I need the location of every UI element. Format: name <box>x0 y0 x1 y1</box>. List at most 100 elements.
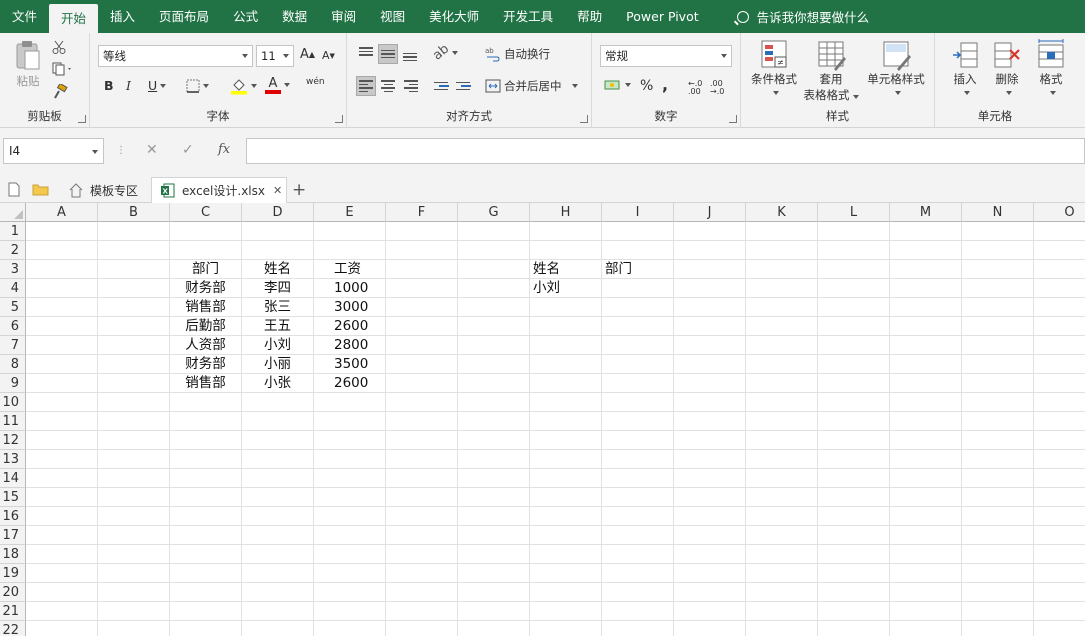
cell-D9[interactable]: 小张 <box>242 374 314 393</box>
cell-I21[interactable] <box>602 602 674 621</box>
cell-H20[interactable] <box>530 583 602 602</box>
cell-L7[interactable] <box>818 336 890 355</box>
row-header-13[interactable]: 13 <box>0 450 26 469</box>
cell-J9[interactable] <box>674 374 746 393</box>
grow-font-button[interactable]: A ▲ <box>300 47 315 62</box>
cell-G1[interactable] <box>458 222 530 241</box>
format-as-table-button[interactable]: 套用 表格格式 <box>803 39 859 103</box>
cell-I14[interactable] <box>602 469 674 488</box>
cell-C11[interactable] <box>170 412 242 431</box>
cell-F17[interactable] <box>386 526 458 545</box>
cell-M6[interactable] <box>890 317 962 336</box>
cell-J1[interactable] <box>674 222 746 241</box>
cell-G10[interactable] <box>458 393 530 412</box>
cell-M12[interactable] <box>890 431 962 450</box>
decrease-indent-button[interactable] <box>431 76 451 96</box>
cell-F4[interactable] <box>386 279 458 298</box>
phonetic-button[interactable]: wén <box>306 77 325 87</box>
cell-B14[interactable] <box>98 469 170 488</box>
cell-B19[interactable] <box>98 564 170 583</box>
cell-K21[interactable] <box>746 602 818 621</box>
close-tab-icon[interactable]: ✕ <box>273 184 282 197</box>
cell-I1[interactable] <box>602 222 674 241</box>
bottom-align-button[interactable] <box>400 44 420 64</box>
cell-G18[interactable] <box>458 545 530 564</box>
tab-insert[interactable]: 插入 <box>98 0 147 33</box>
tab-review[interactable]: 审阅 <box>319 0 368 33</box>
cell-J3[interactable] <box>674 260 746 279</box>
cell-D3[interactable]: 姓名 <box>242 260 314 279</box>
cell-O6[interactable] <box>1034 317 1085 336</box>
cell-B15[interactable] <box>98 488 170 507</box>
tab-formulas[interactable]: 公式 <box>221 0 270 33</box>
cell-L1[interactable] <box>818 222 890 241</box>
decrease-decimal-button[interactable]: .00 →.0 <box>710 80 728 96</box>
row-header-7[interactable]: 7 <box>0 336 26 355</box>
font-color-button[interactable]: A <box>265 77 290 94</box>
cell-E10[interactable] <box>314 393 386 412</box>
cell-K9[interactable] <box>746 374 818 393</box>
cell-N6[interactable] <box>962 317 1034 336</box>
orientation-button[interactable]: ab <box>430 42 459 63</box>
cell-N1[interactable] <box>962 222 1034 241</box>
cell-E13[interactable] <box>314 450 386 469</box>
row-header-9[interactable]: 9 <box>0 374 26 393</box>
formula-input[interactable] <box>246 138 1085 164</box>
cell-J22[interactable] <box>674 621 746 636</box>
cell-I8[interactable] <box>602 355 674 374</box>
cell-N17[interactable] <box>962 526 1034 545</box>
cell-N13[interactable] <box>962 450 1034 469</box>
cell-N19[interactable] <box>962 564 1034 583</box>
cell-I10[interactable] <box>602 393 674 412</box>
cell-E8[interactable]: 3500 <box>314 355 386 374</box>
cell-C16[interactable] <box>170 507 242 526</box>
cell-N20[interactable] <box>962 583 1034 602</box>
cell-H14[interactable] <box>530 469 602 488</box>
cell-I2[interactable] <box>602 241 674 260</box>
cell-B10[interactable] <box>98 393 170 412</box>
number-launcher[interactable] <box>729 115 737 123</box>
cell-G13[interactable] <box>458 450 530 469</box>
cell-B6[interactable] <box>98 317 170 336</box>
cell-J17[interactable] <box>674 526 746 545</box>
cell-I18[interactable] <box>602 545 674 564</box>
cell-H11[interactable] <box>530 412 602 431</box>
tab-home[interactable]: 开始 <box>49 4 99 33</box>
row-header-15[interactable]: 15 <box>0 488 26 507</box>
cell-C2[interactable] <box>170 241 242 260</box>
cell-C4[interactable]: 财务部 <box>170 279 242 298</box>
column-header-N[interactable]: N <box>962 203 1034 222</box>
cell-C9[interactable]: 销售部 <box>170 374 242 393</box>
cell-C12[interactable] <box>170 431 242 450</box>
cell-E22[interactable] <box>314 621 386 636</box>
row-header-2[interactable]: 2 <box>0 241 26 260</box>
cell-M18[interactable] <box>890 545 962 564</box>
cell-J20[interactable] <box>674 583 746 602</box>
cell-A9[interactable] <box>26 374 98 393</box>
cell-O1[interactable] <box>1034 222 1085 241</box>
row-header-10[interactable]: 10 <box>0 393 26 412</box>
cell-D8[interactable]: 小丽 <box>242 355 314 374</box>
cell-G4[interactable] <box>458 279 530 298</box>
cell-J15[interactable] <box>674 488 746 507</box>
column-header-M[interactable]: M <box>890 203 962 222</box>
cell-A7[interactable] <box>26 336 98 355</box>
cell-M3[interactable] <box>890 260 962 279</box>
cell-M9[interactable] <box>890 374 962 393</box>
cell-L3[interactable] <box>818 260 890 279</box>
cell-G6[interactable] <box>458 317 530 336</box>
middle-align-button[interactable] <box>378 44 398 64</box>
cell-M11[interactable] <box>890 412 962 431</box>
cell-K16[interactable] <box>746 507 818 526</box>
cell-L2[interactable] <box>818 241 890 260</box>
cell-K20[interactable] <box>746 583 818 602</box>
cell-C6[interactable]: 后勤部 <box>170 317 242 336</box>
cell-H3[interactable]: 姓名 <box>530 260 602 279</box>
cell-I9[interactable] <box>602 374 674 393</box>
cell-F18[interactable] <box>386 545 458 564</box>
cell-G14[interactable] <box>458 469 530 488</box>
cell-G21[interactable] <box>458 602 530 621</box>
cell-I7[interactable] <box>602 336 674 355</box>
cell-B5[interactable] <box>98 298 170 317</box>
cell-O20[interactable] <box>1034 583 1085 602</box>
